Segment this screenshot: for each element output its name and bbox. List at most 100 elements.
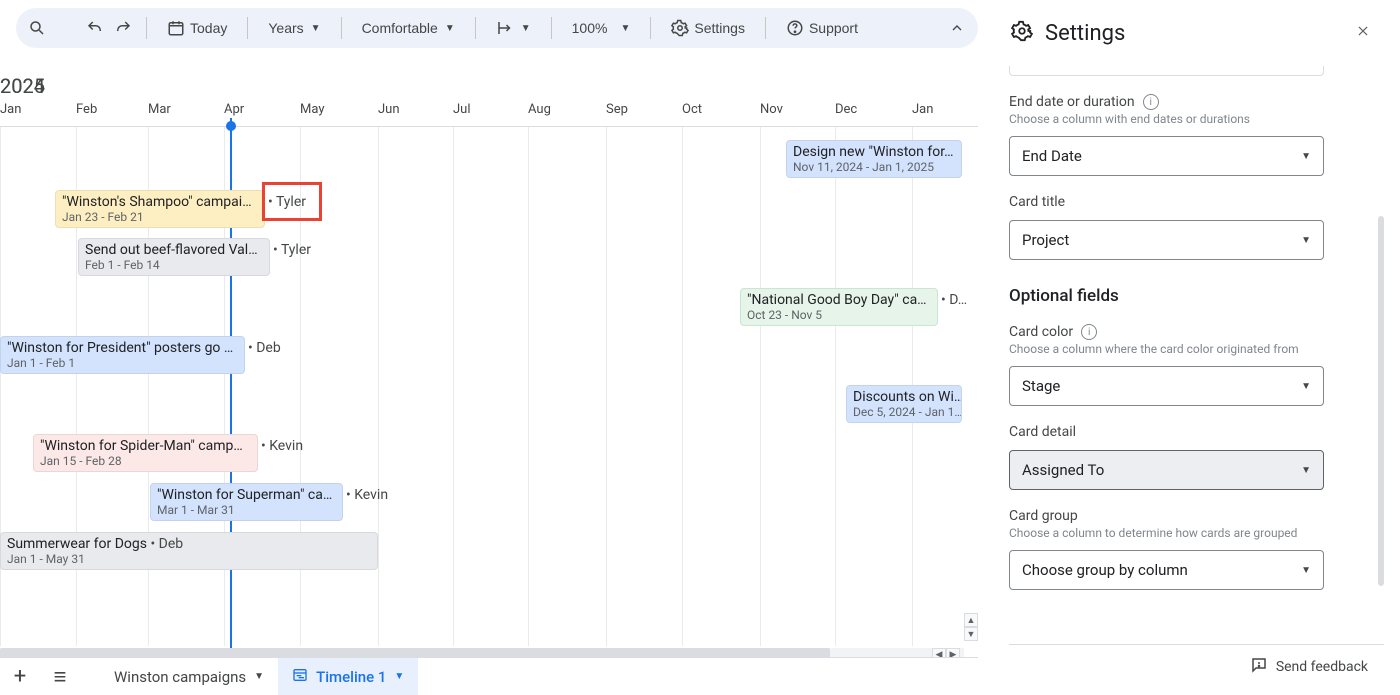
- card-dates: Mar 1 - Mar 31: [157, 503, 336, 517]
- card-dates: Jan 15 - Feb 28: [40, 454, 251, 468]
- view-mode-label: Years: [268, 20, 303, 36]
- card-title-select[interactable]: Project▼: [1009, 220, 1324, 260]
- panel-body: End date or durationi Choose a column wi…: [1009, 66, 1384, 636]
- card-title: "Winston for Spider-Man" camp…: [40, 438, 251, 454]
- card-assignee: • Kevin: [346, 487, 388, 503]
- field-label: Card detail: [1009, 424, 1382, 440]
- month-label: Oct: [682, 102, 702, 117]
- month-label: Jan: [912, 102, 933, 117]
- fit-width-button[interactable]: ▼: [488, 13, 539, 43]
- month-label: Jan: [0, 102, 21, 117]
- send-feedback-link[interactable]: Send feedback: [1276, 659, 1368, 675]
- timeline-card[interactable]: Summerwear for Dogs • Deb Jan 1 - May 31: [0, 532, 378, 570]
- card-title: Discounts on Wi…: [853, 389, 955, 405]
- toolbar: Today Years ▼ Comfortable ▼ ▼ 100%▼ Settin…: [16, 8, 978, 48]
- annotation-highlight: [262, 182, 322, 221]
- field-label: Card title: [1009, 194, 1382, 210]
- card-group-select[interactable]: Choose group by column ▼: [1009, 550, 1324, 590]
- settings-button[interactable]: Settings: [663, 13, 753, 43]
- panel-scrollbar[interactable]: [1378, 216, 1384, 586]
- settings-panel: Settings End date or durationi Choose a …: [1009, 8, 1384, 688]
- card-assignee: • Deb: [248, 340, 281, 356]
- select-value: Choose group by column: [1022, 561, 1188, 579]
- section-title: Optional fields: [1009, 286, 1382, 306]
- card-title: "Winston for Superman" ca…: [157, 487, 336, 503]
- timeline-card[interactable]: "National Good Boy Day" ca… Oct 23 - Nov…: [740, 288, 938, 326]
- card-title: Summerwear for Dogs: [7, 536, 147, 552]
- timeline-card[interactable]: Design new "Winston for… Nov 11, 2024 - …: [786, 140, 962, 178]
- card-color-select[interactable]: Stage▼: [1009, 366, 1324, 406]
- card-dates: Dec 5, 2024 - Jan 1…: [853, 405, 955, 419]
- field-label: Card colori: [1009, 324, 1382, 340]
- timeline-card[interactable]: "Winston's Shampoo" campai… Jan 23 - Feb…: [55, 190, 265, 228]
- select-value: Stage: [1022, 377, 1060, 395]
- today-button[interactable]: Today: [159, 13, 235, 43]
- timeline-card[interactable]: "Winston for Spider-Man" camp… Jan 15 - …: [33, 434, 258, 472]
- month-label: May: [300, 102, 324, 117]
- month-label: Jun: [378, 102, 400, 117]
- caret-icon: ▼: [521, 23, 531, 34]
- card-dates: Jan 1 - May 31: [7, 552, 371, 566]
- undo-icon[interactable]: [84, 17, 106, 39]
- year-label-right: 2025: [0, 74, 45, 98]
- gear-icon: [671, 19, 689, 37]
- zoom-label: 100%: [572, 20, 608, 36]
- help-icon: [786, 19, 804, 37]
- card-title: Send out beef-flavored Val…: [85, 242, 263, 258]
- timeline: 2024 2025 Jan Feb Mar Apr May Jun Jul Au…: [0, 60, 978, 660]
- support-label: Support: [809, 20, 858, 36]
- card-title: Design new "Winston for…: [793, 144, 955, 160]
- timeline-card[interactable]: "Winston for Superman" ca… Mar 1 - Mar 3…: [150, 483, 343, 521]
- view-mode-select[interactable]: Years ▼: [260, 14, 328, 42]
- add-sheet-button[interactable]: +: [0, 659, 40, 695]
- vertical-scroll-arrows[interactable]: ▲▼: [964, 613, 978, 641]
- gear-icon: [1011, 20, 1033, 46]
- month-label: Feb: [76, 102, 97, 117]
- card-dates: Nov 11, 2024 - Jan 1, 2025: [793, 160, 955, 174]
- caret-icon: ▼: [1301, 565, 1311, 576]
- sheet-tab[interactable]: Winston campaigns ▼: [100, 658, 278, 695]
- zoom-select[interactable]: 100%▼: [564, 14, 639, 42]
- month-label: Mar: [148, 102, 171, 117]
- close-button[interactable]: [1350, 18, 1376, 48]
- caret-icon: ▼: [445, 23, 455, 34]
- panel-title: Settings: [1045, 21, 1125, 46]
- info-icon[interactable]: i: [1143, 94, 1159, 110]
- month-header: Jan Feb Mar Apr May Jun Jul Aug Sep Oct …: [0, 102, 978, 126]
- select-value: End Date: [1022, 147, 1082, 165]
- field-help: Choose a column to determine how cards a…: [1009, 526, 1382, 540]
- card-title: "Winston's Shampoo" campai…: [62, 194, 258, 210]
- caret-icon: ▼: [1301, 235, 1311, 246]
- month-label: Jul: [453, 102, 471, 117]
- caret-icon: ▼: [311, 23, 321, 34]
- density-select[interactable]: Comfortable ▼: [354, 14, 463, 42]
- field-help: Choose a column with end dates or durati…: [1009, 112, 1382, 126]
- card-assignee: Deb: [159, 536, 183, 552]
- info-icon[interactable]: i: [1081, 324, 1097, 340]
- search-icon[interactable]: [26, 17, 48, 39]
- month-label: Nov: [760, 102, 783, 117]
- end-date-select[interactable]: End Date▼: [1009, 136, 1324, 176]
- calendar-icon: [167, 19, 185, 37]
- sheet-tab-label: Winston campaigns: [114, 668, 246, 686]
- card-dates: Jan 23 - Feb 21: [62, 210, 258, 224]
- truncated-field: [1009, 66, 1324, 76]
- timeline-card[interactable]: Send out beef-flavored Val… Feb 1 - Feb …: [78, 238, 270, 276]
- field-label: Card group: [1009, 508, 1382, 524]
- redo-icon[interactable]: [112, 17, 134, 39]
- timeline-card[interactable]: Discounts on Wi… Dec 5, 2024 - Jan 1…: [846, 385, 962, 423]
- density-label: Comfortable: [362, 20, 438, 36]
- field-help: Choose a column where the card color ori…: [1009, 342, 1382, 356]
- caret-icon: ▼: [254, 671, 264, 682]
- card-title: "National Good Boy Day" ca…: [747, 292, 931, 308]
- month-label: Dec: [835, 102, 857, 117]
- support-button[interactable]: Support: [778, 13, 866, 43]
- panel-footer: Send feedback: [1009, 644, 1384, 688]
- collapse-toolbar-icon[interactable]: [946, 17, 968, 39]
- sheet-tab-active[interactable]: Timeline 1 ▼: [278, 658, 418, 695]
- panel-header: Settings: [1009, 8, 1384, 66]
- all-sheets-button[interactable]: ≡: [40, 659, 80, 695]
- select-value: Assigned To: [1022, 461, 1104, 479]
- card-detail-select[interactable]: Assigned To▼: [1009, 450, 1324, 490]
- timeline-card[interactable]: "Winston for President" posters go … Jan…: [0, 336, 245, 374]
